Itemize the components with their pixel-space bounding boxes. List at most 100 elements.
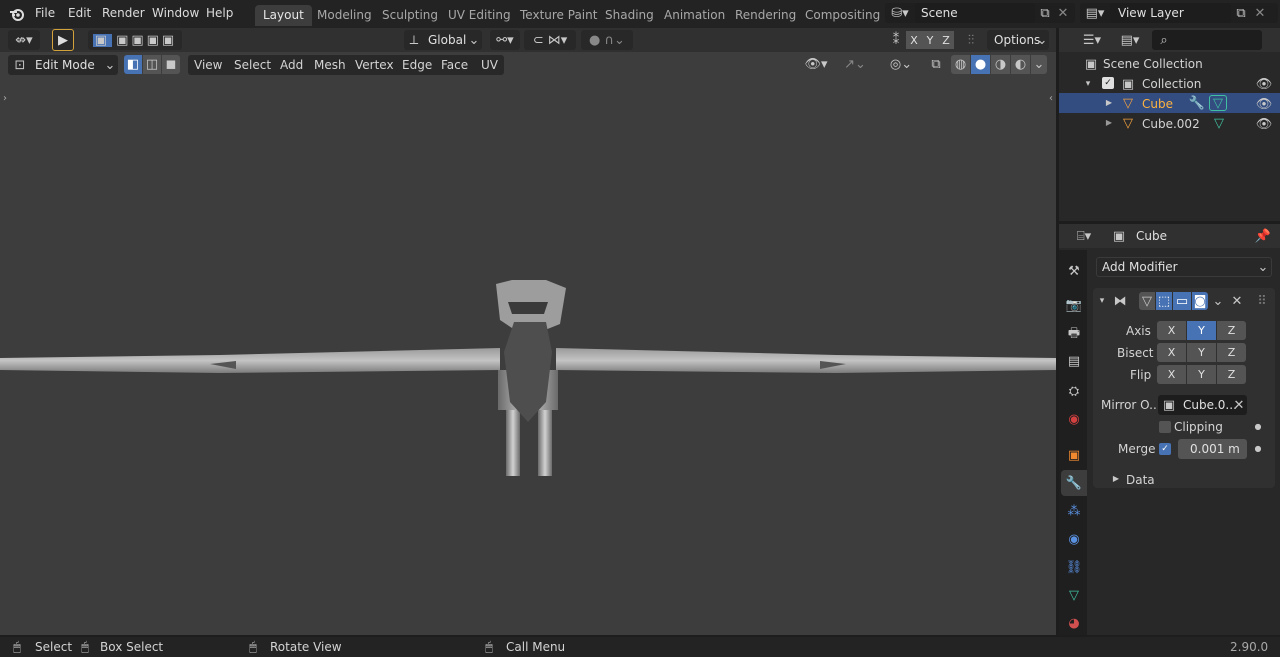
scene-icon[interactable]: ⛁▾ xyxy=(888,4,912,22)
edit-mode-cage-icon[interactable]: ▽ xyxy=(1139,292,1155,310)
blender-logo-icon[interactable] xyxy=(8,5,26,23)
menu-select[interactable]: Select xyxy=(234,58,271,72)
wrench-icon[interactable]: 🔧 xyxy=(1189,95,1205,111)
keyframe-dot-icon[interactable]: ● xyxy=(1253,442,1263,456)
view-layer-tab-icon[interactable]: ▤ xyxy=(1065,352,1083,370)
object-tab-icon[interactable]: ▣ xyxy=(1065,446,1083,464)
mirror-y-toggle[interactable]: Y xyxy=(922,31,938,49)
menu-uv[interactable]: UV xyxy=(481,58,498,72)
chevron-down-icon[interactable]: ⌄ xyxy=(1211,293,1225,309)
constraints-tab-icon[interactable]: ⛓ xyxy=(1065,558,1083,576)
merge-checkbox[interactable]: ✓ xyxy=(1159,443,1171,455)
collapse-arrow-icon[interactable]: ▾ xyxy=(1097,294,1107,308)
vertex-select-icon[interactable]: ◧ xyxy=(124,55,142,74)
data-tab-icon[interactable]: ▽ xyxy=(1065,586,1083,604)
tab-modeling[interactable]: Modeling xyxy=(309,5,380,26)
menu-window[interactable]: Window xyxy=(152,6,199,20)
outliner-item-collection[interactable]: Collection xyxy=(1142,77,1201,91)
wrench-icon[interactable]: 🔧 xyxy=(1065,474,1083,492)
tab-animation[interactable]: Animation xyxy=(656,5,733,26)
menu-help[interactable]: Help xyxy=(206,6,233,20)
mesh-data-icon[interactable]: ▽ xyxy=(1209,95,1227,111)
tool-tab-icon[interactable]: ⚒ xyxy=(1065,262,1083,280)
tab-shading[interactable]: Shading xyxy=(597,5,662,26)
expand-arrow-icon[interactable]: ▾ xyxy=(1083,77,1093,91)
new-scene-icon[interactable]: ⧉ xyxy=(1036,4,1054,22)
display-mode-icon[interactable]: ▤▾ xyxy=(1115,31,1145,49)
pin-icon[interactable]: 📌 xyxy=(1255,227,1271,245)
snap-icon[interactable]: ⊂ ⋈▾ xyxy=(524,30,576,50)
wireframe-shading-icon[interactable]: ◍ xyxy=(951,55,970,74)
chevron-down-icon[interactable]: ⌄ xyxy=(1031,55,1047,74)
overlays-icon[interactable]: ◎⌄ xyxy=(882,55,920,74)
tab-uv-editing[interactable]: UV Editing xyxy=(440,5,519,26)
bisect-y-toggle[interactable]: Y xyxy=(1187,343,1216,362)
outliner-item-cube[interactable]: Cube xyxy=(1142,97,1173,111)
bisect-x-toggle[interactable]: X xyxy=(1157,343,1186,362)
close-icon[interactable]: ✕ xyxy=(1230,293,1244,309)
mirror-z-toggle[interactable]: Z xyxy=(938,31,954,49)
expand-arrow-icon[interactable]: ▶ xyxy=(1111,473,1121,485)
flip-z-toggle[interactable]: Z xyxy=(1217,365,1246,384)
delete-scene-icon[interactable]: ✕ xyxy=(1055,4,1071,22)
render-tab-icon[interactable]: 📷 xyxy=(1065,296,1083,314)
visibility-icon[interactable]: 👁▾ xyxy=(800,55,832,74)
flip-x-toggle[interactable]: X xyxy=(1157,365,1186,384)
eye-icon[interactable]: 👁 xyxy=(1255,116,1273,132)
menu-edit[interactable]: Edit xyxy=(68,6,91,20)
auto-merge-icon[interactable]: ⫶⫶ xyxy=(960,31,982,49)
new-view-layer-icon[interactable]: ⧉ xyxy=(1232,4,1250,22)
flip-y-toggle[interactable]: Y xyxy=(1187,365,1216,384)
physics-tab-icon[interactable]: ◉ xyxy=(1065,530,1083,548)
menu-edge[interactable]: Edge xyxy=(402,58,432,72)
render-display-icon[interactable]: ◙ xyxy=(1192,292,1208,310)
toolbar-expand-icon[interactable]: › xyxy=(0,92,10,106)
scene-tab-icon[interactable]: ⛭ xyxy=(1065,382,1083,400)
world-tab-icon[interactable]: ◉ xyxy=(1065,410,1083,428)
material-tab-icon[interactable]: ◕ xyxy=(1065,614,1083,632)
tab-texture-paint[interactable]: Texture Paint xyxy=(512,5,605,26)
tab-layout[interactable]: Layout xyxy=(255,5,312,26)
edge-select-icon[interactable]: ◫ xyxy=(143,55,161,74)
edit-mode-display-icon[interactable]: ⬚ xyxy=(1156,292,1172,310)
transform-pivot-icon[interactable]: ⇎▾ xyxy=(8,30,40,50)
editor-type-icon[interactable]: ⌸▾ xyxy=(1069,227,1099,245)
select-tool-icon[interactable]: ▶ xyxy=(52,29,74,51)
delete-view-layer-icon[interactable]: ✕ xyxy=(1252,4,1268,22)
eye-icon[interactable]: 👁 xyxy=(1255,76,1273,92)
menu-view[interactable]: View xyxy=(194,58,222,72)
close-icon[interactable]: ✕ xyxy=(1232,397,1246,413)
output-tab-icon[interactable]: 🖶 xyxy=(1065,324,1083,342)
menu-render[interactable]: Render xyxy=(102,6,145,20)
proportional-pivot-icon[interactable]: ⚯▾ xyxy=(490,30,520,50)
menu-mesh[interactable]: Mesh xyxy=(314,58,346,72)
solid-shading-icon[interactable]: ● xyxy=(971,55,990,74)
keyframe-dot-icon[interactable]: ● xyxy=(1253,420,1263,434)
view-layer-icon[interactable]: ▤▾ xyxy=(1083,4,1107,22)
data-subpanel-label[interactable]: Data xyxy=(1126,473,1155,487)
collection-checkbox-icon[interactable]: ✓ xyxy=(1102,77,1114,89)
material-shading-icon[interactable]: ◑ xyxy=(991,55,1010,74)
bisect-z-toggle[interactable]: Z xyxy=(1217,343,1246,362)
editor-type-icon[interactable]: ☰▾ xyxy=(1077,31,1107,49)
gizmo-icon[interactable]: ↗⌄ xyxy=(836,55,874,74)
sidebar-expand-icon[interactable]: ‹ xyxy=(1046,92,1056,106)
face-select-icon[interactable]: ◼ xyxy=(162,55,180,74)
axis-y-toggle[interactable]: Y xyxy=(1187,321,1216,340)
tab-rendering[interactable]: Rendering xyxy=(727,5,804,26)
menu-face[interactable]: Face xyxy=(441,58,468,72)
outliner-item-scene-collection[interactable]: Scene Collection xyxy=(1103,57,1203,71)
axis-x-toggle[interactable]: X xyxy=(1157,321,1186,340)
viewport-display-icon[interactable]: ▭ xyxy=(1173,292,1191,310)
menu-file[interactable]: File xyxy=(35,6,55,20)
particles-tab-icon[interactable]: ⁂ xyxy=(1065,502,1083,520)
menu-add[interactable]: Add xyxy=(280,58,303,72)
eye-icon[interactable]: 👁 xyxy=(1255,96,1273,112)
tab-sculpting[interactable]: Sculpting xyxy=(374,5,446,26)
menu-vertex[interactable]: Vertex xyxy=(355,58,394,72)
clipping-checkbox[interactable] xyxy=(1159,421,1171,433)
expand-arrow-icon[interactable]: ▶ xyxy=(1104,97,1114,109)
tab-compositing[interactable]: Compositing xyxy=(797,5,888,26)
rendered-shading-icon[interactable]: ◐ xyxy=(1011,55,1030,74)
proportional-edit-icon[interactable]: ● ∩⌄ xyxy=(581,30,633,50)
